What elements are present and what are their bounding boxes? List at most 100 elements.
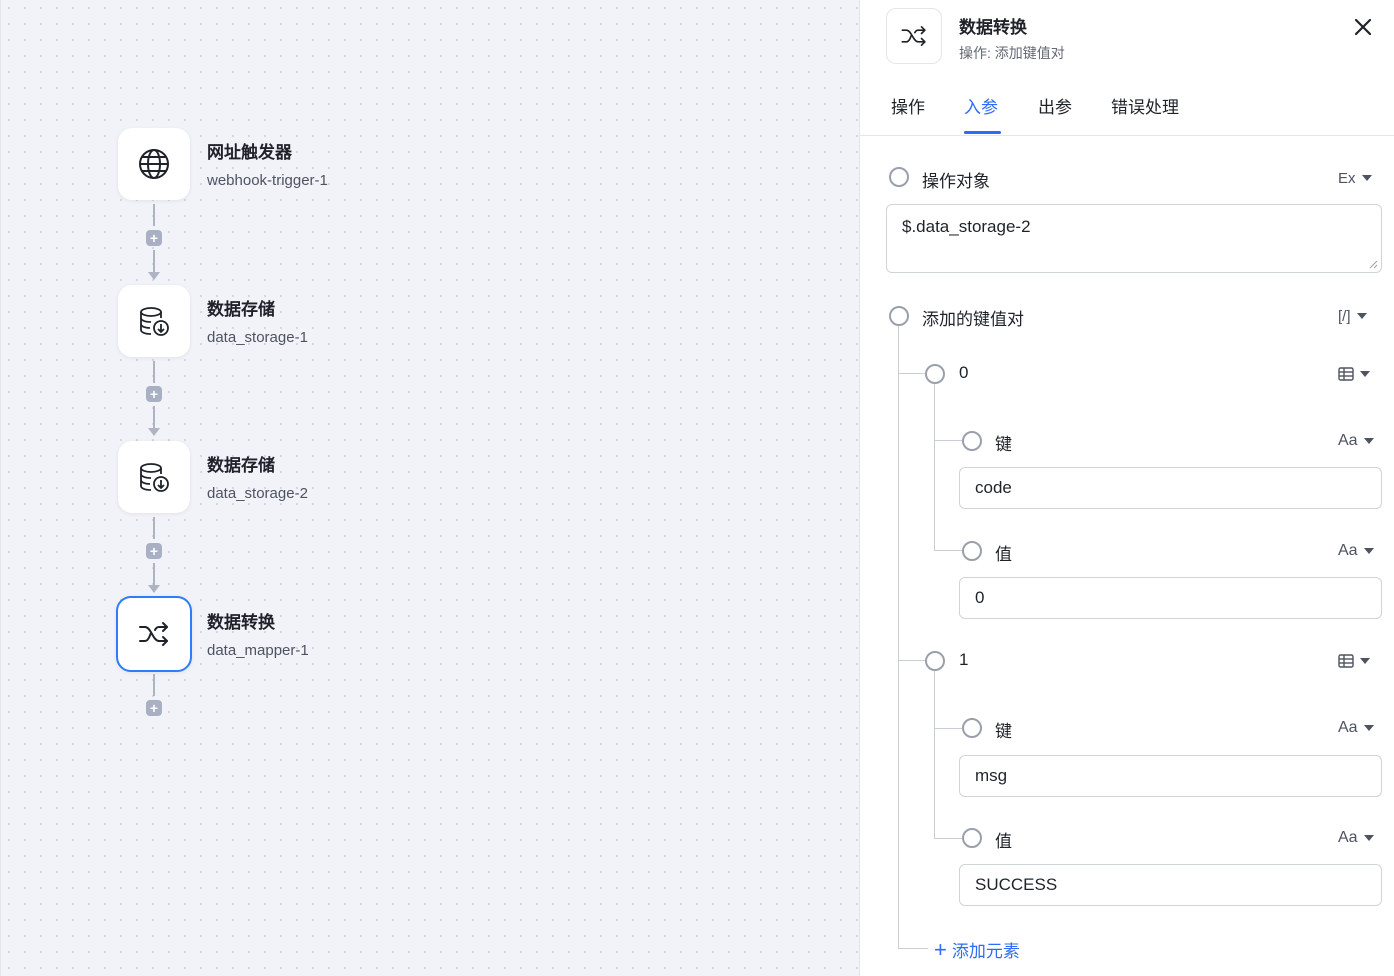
flow-connector xyxy=(153,250,155,272)
active-tab-indicator xyxy=(964,131,1001,134)
item-1-key-input[interactable]: msg xyxy=(959,755,1382,797)
item-0-value-label: 值 xyxy=(995,545,1012,564)
flow-node-icon-box[interactable] xyxy=(118,441,190,513)
flow-node-data-mapper[interactable]: 数据转换 data_mapper-1 xyxy=(116,596,418,674)
item-0-key-label: 键 xyxy=(995,435,1012,454)
item-0-key-value: code xyxy=(975,478,1012,497)
resize-handle-icon[interactable] xyxy=(1368,259,1378,269)
flow-node-id: webhook-trigger-1 xyxy=(207,172,328,189)
table-type-icon xyxy=(1338,367,1354,381)
flow-node-id: data_mapper-1 xyxy=(207,642,309,659)
item-0-radio[interactable] xyxy=(925,364,945,384)
item-1-value-type-dropdown[interactable]: Aa xyxy=(1338,827,1374,849)
tab-error-handling[interactable]: 错误处理 xyxy=(1111,93,1179,118)
caret-down-icon xyxy=(1363,548,1374,554)
item-0-value-radio[interactable] xyxy=(962,541,982,561)
pairs-field-label: 添加的键值对 xyxy=(922,310,1024,329)
item-1-value-value: SUCCESS xyxy=(975,875,1058,894)
item-1-type-dropdown[interactable] xyxy=(1338,650,1370,672)
flow-node-icon-box[interactable] xyxy=(118,128,190,200)
target-field-label: 操作对象 xyxy=(922,172,990,191)
pairs-field-type-dropdown[interactable]: [/] xyxy=(1338,305,1367,327)
item-1-index: 1 xyxy=(959,650,969,669)
flow-arrow-icon xyxy=(148,428,160,436)
text-type-icon: Aa xyxy=(1338,542,1358,559)
add-step-button[interactable]: + xyxy=(146,700,162,716)
flow-node-title: 数据存储 xyxy=(207,300,275,319)
close-button[interactable] xyxy=(1350,14,1376,40)
tree-line-root-end xyxy=(898,948,928,949)
add-element-label: 添加元素 xyxy=(951,942,1020,961)
flow-node-title: 数据转换 xyxy=(207,613,275,632)
panel-title: 数据转换 xyxy=(959,18,1027,37)
panel-subtitle-label: 操作: xyxy=(959,45,991,61)
item-1-value-radio[interactable] xyxy=(962,828,982,848)
item-0-value-input[interactable]: 0 xyxy=(959,577,1382,619)
item-1-key-radio[interactable] xyxy=(962,718,982,738)
target-field-type-dropdown[interactable]: Ex xyxy=(1338,167,1372,189)
caret-down-icon xyxy=(1360,371,1370,377)
caret-down-icon xyxy=(1363,725,1374,731)
tree-line-branch xyxy=(898,660,925,661)
tree-line-branch xyxy=(934,550,962,551)
flow-connector xyxy=(153,517,155,539)
node-config-panel: 数据转换 操作: 添加键值对 操作 入参 出参 错误处理 操作对象 Ex $.d… xyxy=(859,0,1394,976)
text-type-icon: Aa xyxy=(1338,719,1358,736)
panel-tabs: 操作 入参 出参 错误处理 xyxy=(860,84,1394,136)
flow-arrow-icon xyxy=(148,272,160,280)
tree-line-item xyxy=(934,384,935,550)
flow-node-id: data_storage-2 xyxy=(207,485,308,502)
target-field-radio[interactable] xyxy=(889,167,909,187)
flow-connector xyxy=(153,563,155,585)
item-1-value-label: 值 xyxy=(995,832,1012,851)
tree-line-root xyxy=(898,326,899,948)
item-0-index: 0 xyxy=(959,363,969,382)
flow-arrow-icon xyxy=(148,585,160,593)
add-step-button[interactable]: + xyxy=(146,543,162,559)
target-field-input[interactable]: $.data_storage-2 xyxy=(886,204,1382,273)
table-type-icon xyxy=(1338,654,1354,668)
item-1-key-value: msg xyxy=(975,766,1008,785)
item-0-key-radio[interactable] xyxy=(962,431,982,451)
item-1-value-input[interactable]: SUCCESS xyxy=(959,864,1382,906)
pairs-field-radio[interactable] xyxy=(889,306,909,326)
caret-down-icon xyxy=(1356,313,1367,319)
item-0-value-type-dropdown[interactable]: Aa xyxy=(1338,540,1374,562)
tree-line-branch xyxy=(934,728,962,729)
panel-node-icon-box xyxy=(886,8,942,64)
item-0-key-type-dropdown[interactable]: Aa xyxy=(1338,430,1374,452)
flow-node-webhook-trigger[interactable]: 网址触发器 webhook-trigger-1 xyxy=(118,128,418,204)
item-1-radio[interactable] xyxy=(925,651,945,671)
item-1-key-type-dropdown[interactable]: Aa xyxy=(1338,717,1374,739)
tree-line-branch xyxy=(898,373,925,374)
flow-connector xyxy=(153,361,155,383)
tab-operation[interactable]: 操作 xyxy=(891,93,925,118)
caret-down-icon xyxy=(1363,835,1374,841)
tab-input-params[interactable]: 入参 xyxy=(964,93,998,118)
tab-output-params[interactable]: 出参 xyxy=(1038,93,1072,118)
item-0-key-input[interactable]: code xyxy=(959,467,1382,509)
database-download-icon xyxy=(140,463,169,492)
workflow-canvas[interactable]: 网址触发器 webhook-trigger-1 + 数据存储 data_stor… xyxy=(0,0,859,976)
panel-subtitle: 操作: 添加键值对 xyxy=(959,43,1065,63)
item-0-value-value: 0 xyxy=(975,588,985,607)
add-element-button[interactable]: + 添加元素 xyxy=(934,937,1020,962)
text-type-icon: Aa xyxy=(1338,432,1358,449)
tree-line-branch xyxy=(934,440,962,441)
add-step-button[interactable]: + xyxy=(146,386,162,402)
flow-node-data-storage-2[interactable]: 数据存储 data_storage-2 xyxy=(118,441,418,517)
tree-line-item xyxy=(934,671,935,838)
flow-node-data-storage-1[interactable]: 数据存储 data_storage-1 xyxy=(118,285,418,361)
add-step-button[interactable]: + xyxy=(146,230,162,246)
shuffle-icon xyxy=(901,26,926,47)
flow-node-icon-box-selected[interactable] xyxy=(116,596,192,672)
flow-connector xyxy=(153,204,155,226)
flow-node-title: 网址触发器 xyxy=(207,143,292,162)
flow-node-icon-box[interactable] xyxy=(118,285,190,357)
target-field-value: $.data_storage-2 xyxy=(902,217,1031,236)
item-0-type-dropdown[interactable] xyxy=(1338,363,1370,385)
plus-icon: + xyxy=(934,936,947,962)
panel-header: 数据转换 操作: 添加键值对 xyxy=(860,0,1394,80)
flow-node-title: 数据存储 xyxy=(207,456,275,475)
flow-connector xyxy=(153,406,155,428)
